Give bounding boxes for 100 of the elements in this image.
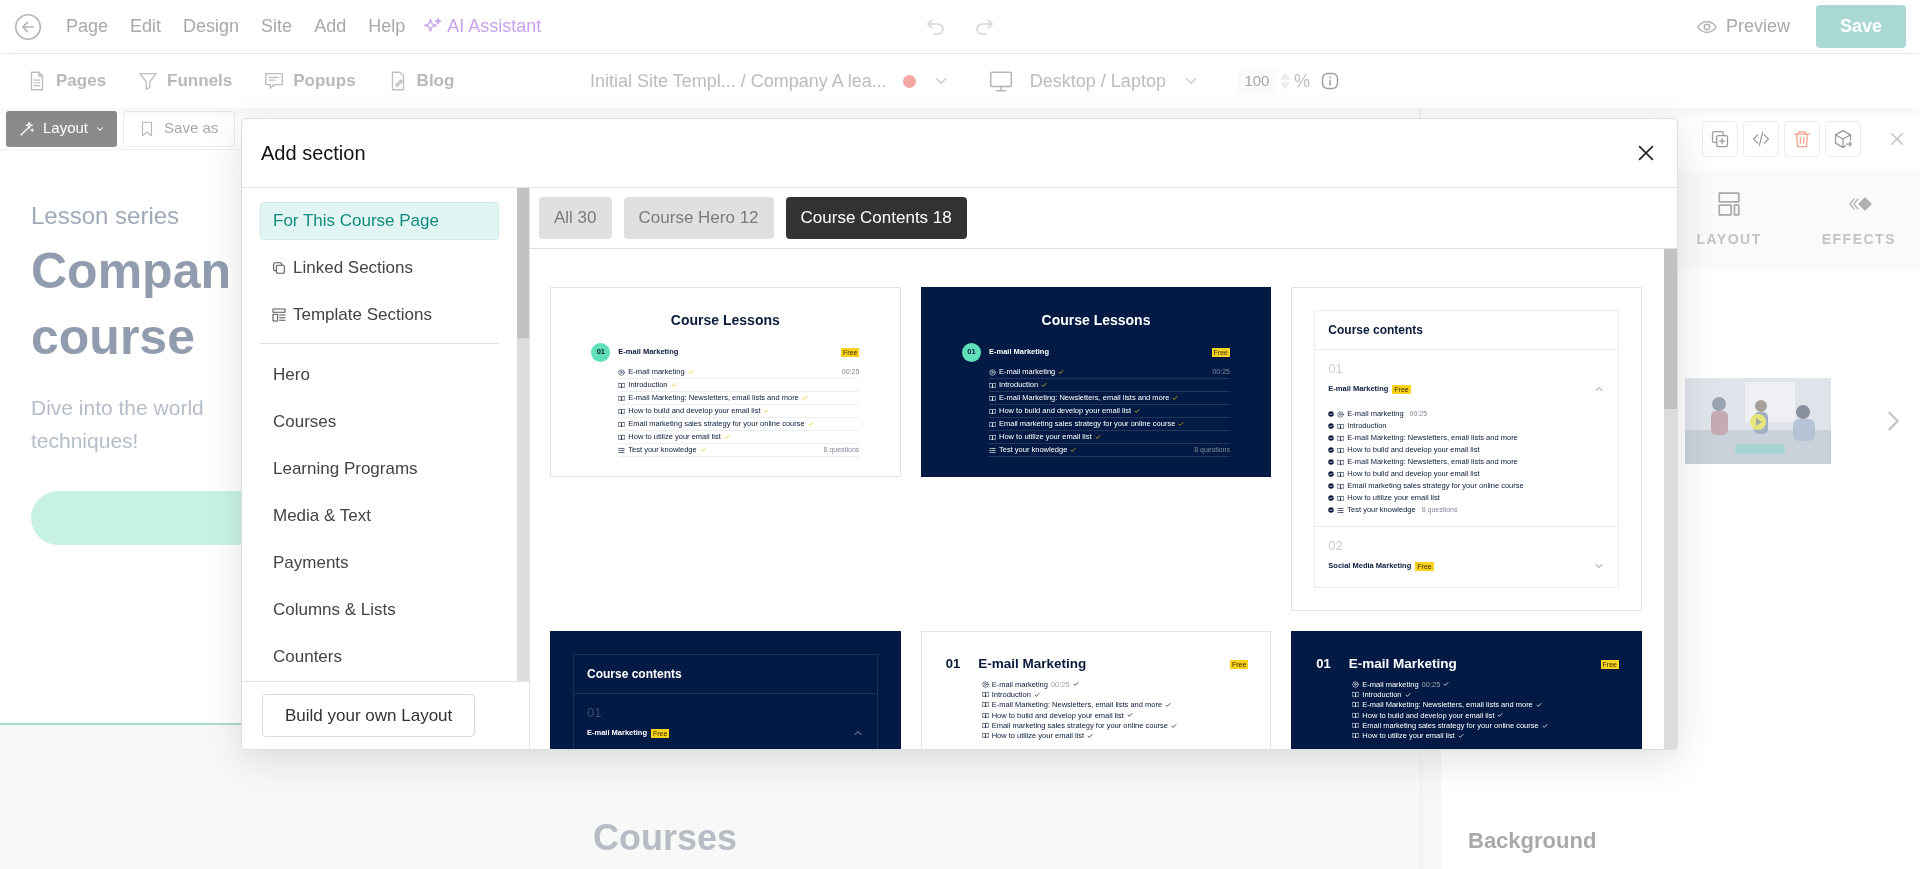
- menu-item[interactable]: Add: [314, 13, 347, 40]
- book-icon: [618, 407, 626, 415]
- menu-item[interactable]: Page: [66, 13, 109, 40]
- template-thumbnail[interactable]: [1291, 631, 1642, 749]
- code-button[interactable]: [1743, 121, 1779, 157]
- menu-item[interactable]: Design: [183, 13, 240, 40]
- template-icon: [271, 307, 287, 323]
- list-icon: [1337, 506, 1345, 514]
- book-icon: [618, 433, 626, 441]
- module-number: 01: [945, 655, 961, 674]
- back-button[interactable]: [14, 12, 42, 41]
- book-icon: [989, 433, 996, 441]
- speech-bubble-icon: [263, 70, 286, 92]
- thumbnail-title: Course contents: [574, 655, 877, 694]
- category-item[interactable]: Media & Text: [260, 497, 499, 535]
- list-icon: [618, 446, 626, 454]
- build-layout-button[interactable]: Build your own Layout: [262, 693, 476, 738]
- filter-tab[interactable]: Course Contents 18: [785, 197, 967, 239]
- book-icon: [1337, 422, 1345, 430]
- category-item[interactable]: Template Sections: [260, 296, 499, 334]
- wand-icon: [18, 119, 36, 138]
- category-item[interactable]: Counters: [260, 638, 499, 676]
- category-item[interactable]: Learning Programs: [260, 450, 499, 488]
- category-item[interactable]: Courses: [260, 403, 499, 441]
- play-circle-icon: [989, 368, 996, 376]
- paragraph: Dive into the world: [31, 395, 204, 421]
- category-item[interactable]: Columns & Lists: [260, 591, 499, 629]
- category-item[interactable]: Payments: [260, 544, 499, 582]
- book-icon: [1337, 434, 1345, 442]
- save-as-button[interactable]: Save as: [123, 110, 236, 147]
- book-icon: [1352, 711, 1360, 719]
- section-title: Background: [1467, 827, 1598, 855]
- menu-item[interactable]: Edit: [130, 13, 162, 40]
- book-icon: [981, 691, 989, 699]
- thumbnail-title: Course Lessons: [1040, 311, 1152, 330]
- play-circle-icon: [981, 680, 989, 688]
- module-number: 01: [587, 704, 603, 722]
- book-icon: [989, 394, 996, 402]
- book-icon: [618, 394, 626, 402]
- scrollbar[interactable]: [1664, 249, 1677, 749]
- info-icon[interactable]: [1319, 71, 1340, 91]
- menu-item[interactable]: Help: [368, 13, 406, 40]
- module-title: E-mail Marketing: [978, 655, 1087, 673]
- book-icon: [1352, 691, 1360, 699]
- book-icon: [1337, 494, 1345, 502]
- layout-icon: [1716, 190, 1743, 217]
- play-circle-icon: [618, 368, 626, 376]
- duplicate-button[interactable]: [1702, 121, 1738, 157]
- filter-tab[interactable]: All 30: [539, 197, 612, 239]
- category-item[interactable]: For This Course Page: [260, 202, 499, 240]
- heading: course: [31, 308, 195, 367]
- section-heading: Courses: [592, 816, 738, 860]
- copy-icon: [271, 260, 287, 276]
- category-item[interactable]: Linked Sections: [260, 249, 499, 287]
- thumbnail-title: Course Lessons: [669, 311, 781, 330]
- nav-tab[interactable]: Pages: [26, 68, 107, 94]
- ai-assistant-button[interactable]: AI Assistant: [423, 13, 542, 40]
- save-button[interactable]: Save: [1816, 5, 1906, 48]
- menu-item[interactable]: Site: [261, 13, 293, 40]
- device-dropdown[interactable]: Desktop / Laptop: [987, 67, 1200, 95]
- book-icon: [618, 381, 626, 389]
- book-icon: [1352, 732, 1360, 740]
- book-icon: [989, 420, 996, 428]
- layout-button[interactable]: Layout: [6, 110, 118, 147]
- template-thumbnail[interactable]: [920, 287, 1272, 477]
- preview-button[interactable]: Preview: [1695, 13, 1790, 40]
- book-icon: [989, 407, 996, 415]
- code-icon: [1751, 129, 1771, 149]
- export-button[interactable]: [1825, 121, 1861, 157]
- book-icon: [981, 722, 989, 730]
- heading: Compan: [31, 242, 231, 301]
- zoom-field[interactable]: 100: [1237, 68, 1276, 94]
- book-icon: [1352, 701, 1360, 709]
- book-icon: [981, 701, 989, 709]
- filter-tab[interactable]: Course Hero 12: [623, 197, 774, 239]
- module-title: E-mail Marketing: [1348, 655, 1457, 673]
- dialog-title: Add section: [261, 141, 366, 166]
- paragraph: techniques!: [31, 427, 139, 454]
- thumbnail-title: Course contents: [1315, 311, 1618, 350]
- eyebrow-text: Lesson series: [31, 201, 180, 231]
- nav-tab[interactable]: Blog: [386, 68, 455, 94]
- category-item[interactable]: Hero: [260, 356, 499, 394]
- list-icon: [989, 446, 996, 454]
- nav-tab[interactable]: Funnels: [137, 68, 233, 94]
- module-number: 01: [1316, 655, 1331, 674]
- nav-tab[interactable]: Popups: [263, 68, 356, 94]
- book-icon: [989, 381, 996, 389]
- book-icon: [981, 711, 989, 719]
- book-icon: [1352, 722, 1360, 730]
- trash-icon: [1792, 129, 1812, 149]
- scrollbar[interactable]: [517, 188, 529, 681]
- duplicate-icon: [1710, 129, 1730, 149]
- book-icon: [618, 420, 626, 428]
- book-icon: [1337, 470, 1345, 478]
- close-icon: [1888, 130, 1906, 148]
- play-circle-icon: [1352, 680, 1360, 688]
- play-circle-icon: [1337, 410, 1345, 418]
- delete-button[interactable]: [1784, 121, 1820, 157]
- breadcrumb[interactable]: Initial Site Templ... / Company A lea...: [590, 67, 887, 95]
- book-icon: [1337, 446, 1345, 454]
